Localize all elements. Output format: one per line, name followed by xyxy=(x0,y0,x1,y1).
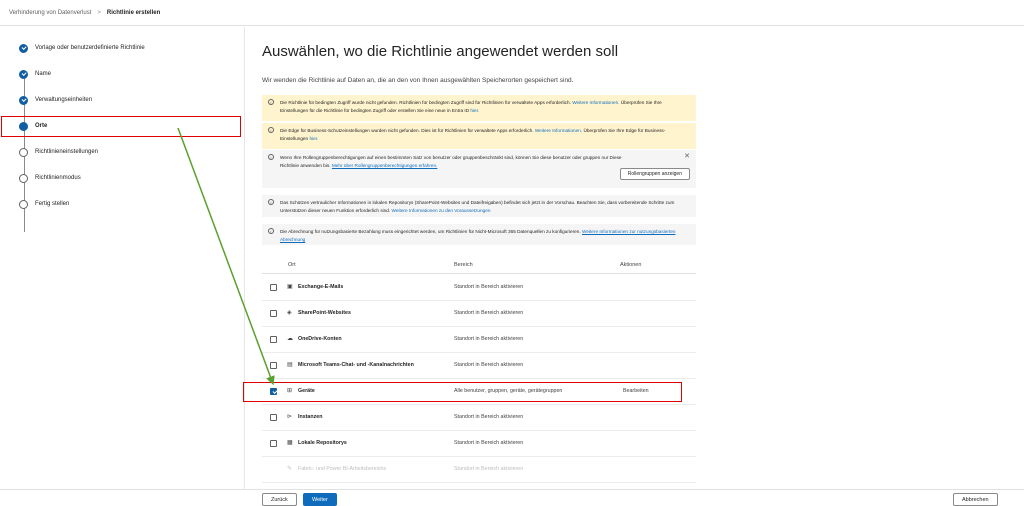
step-policy-mode[interactable]: Richtlinienmodus xyxy=(19,171,81,185)
table-row[interactable]: ☁ OneDrive-Konten Standort in Bereich akti… xyxy=(262,327,696,353)
warning-icon: i xyxy=(268,99,274,105)
page-subtitle: Wir wenden die Richtlinie auf Daten an, … xyxy=(262,77,574,84)
annotation-highlight-orte xyxy=(1,116,241,137)
table-row[interactable]: ◈ SharePoint-Websites Standort in Bereich … xyxy=(262,301,696,327)
fabric-icon: ✎ xyxy=(287,466,293,472)
onedrive-icon: ☁ xyxy=(287,336,293,342)
table-row[interactable]: ▤ Microsoft Teams-Chat- und -Kanalnachric… xyxy=(262,353,696,379)
step-label: Richtlinieneinstellungen xyxy=(35,149,99,155)
table-row[interactable]: ⊳ Instanzen Standort in Bereich aktivieren xyxy=(262,405,696,431)
info-icon: i xyxy=(268,199,274,205)
location-name: Lokale Repositorys xyxy=(298,440,347,446)
info-on-prem-preview: i Das Schützen vertraulicher Information… xyxy=(262,195,696,217)
cancel-button[interactable]: Abbrechen xyxy=(953,493,998,506)
column-header-actions: Aktionen xyxy=(620,262,642,268)
column-header-scope[interactable]: Bereich xyxy=(454,262,473,268)
step-done-icon xyxy=(19,69,28,79)
next-button[interactable]: Weiter xyxy=(303,493,337,506)
exchange-icon: ▣ xyxy=(287,284,293,290)
annotation-highlight-geraete xyxy=(243,382,682,402)
location-name: Fabric- und Power BI-Arbeitsbereiche xyxy=(298,466,387,472)
breadcrumb: Verhinderung von Datenverlust > Richtlin… xyxy=(0,0,1024,26)
step-finish[interactable]: Fertig stellen xyxy=(19,197,69,211)
location-scope[interactable]: Standort in Bereich aktivieren xyxy=(454,414,523,420)
location-name: SharePoint-Websites xyxy=(298,310,351,316)
table-header: Ort Bereich Aktionen xyxy=(262,255,696,274)
step-admin-units[interactable]: Verwaltungseinheiten xyxy=(19,93,92,107)
prerequisites-link[interactable]: Weitere Informationen zu den Voraussetzu… xyxy=(392,208,491,213)
wizard-steps: Vorlage oder benutzerdefinierte Richtlin… xyxy=(0,27,244,489)
info-role-groups: i Wenn Ihre Rollengruppenberechtigungen … xyxy=(262,150,696,188)
step-label: Verwaltungseinheiten xyxy=(35,97,93,103)
location-scope[interactable]: Standort in Bereich aktivieren xyxy=(454,466,523,472)
step-label: Vorlage oder benutzerdefinierte Richtlin… xyxy=(35,45,145,51)
row-checkbox[interactable] xyxy=(270,310,277,317)
info-pay-as-you-go: i Die Abrechnung für nutzungsbasierte Be… xyxy=(262,224,696,245)
step-name[interactable]: Name xyxy=(19,67,51,81)
step-template[interactable]: Vorlage oder benutzerdefinierte Richtlin… xyxy=(19,41,145,55)
back-button[interactable]: Zurück xyxy=(262,493,297,506)
here-link[interactable]: hier. xyxy=(470,108,479,113)
step-pending-icon xyxy=(19,173,28,183)
wizard-footer: Zurück Weiter Abbrechen xyxy=(0,489,1024,506)
message-text: Die Richtlinie für bedingten Zugriff wur… xyxy=(280,100,571,105)
step-label: Fertig stellen xyxy=(35,201,70,207)
repository-icon: ▦ xyxy=(287,440,293,446)
breadcrumb-parent[interactable]: Verhinderung von Datenverlust xyxy=(9,10,91,16)
main-panel: Auswählen, wo die Richtlinie angewendet … xyxy=(245,27,1024,489)
teams-icon: ▤ xyxy=(287,362,293,368)
location-name: Microsoft Teams-Chat- und -Kanalnachrich… xyxy=(298,362,414,368)
warning-conditional-access: i Die Richtlinie für bedingten Zugriff w… xyxy=(262,95,696,121)
page-title: Auswählen, wo die Richtlinie angewendet … xyxy=(262,43,619,60)
warning-icon: i xyxy=(268,127,274,133)
row-checkbox[interactable] xyxy=(270,284,277,291)
table-row[interactable]: ▦ Lokale Repositorys Standort in Bereich a… xyxy=(262,431,696,457)
location-name: Instanzen xyxy=(298,414,323,420)
step-label: Richtlinienmodus xyxy=(35,175,81,181)
more-info-link[interactable]: Weitere Informationen. xyxy=(572,100,619,105)
show-role-groups-button[interactable]: Rollengruppen anzeigen xyxy=(619,168,690,180)
step-label: Name xyxy=(35,71,52,77)
step-pending-icon xyxy=(19,147,28,157)
row-checkbox[interactable] xyxy=(270,414,277,421)
role-groups-link[interactable]: Mehr über Rollengruppenberechtigungen er… xyxy=(332,163,438,168)
table-row[interactable]: ▣ Exchange-E-Mails Standort in Bereich akt… xyxy=(262,275,696,301)
breadcrumb-current: Richtlinie erstellen xyxy=(106,9,161,16)
instances-icon: ⊳ xyxy=(287,414,293,420)
step-pending-icon xyxy=(19,199,28,209)
location-scope[interactable]: Standort in Bereich aktivieren xyxy=(454,284,523,290)
step-policy-settings[interactable]: Richtlinieneinstellungen xyxy=(19,145,98,159)
breadcrumb-separator: > xyxy=(97,9,101,16)
close-icon[interactable]: ✕ xyxy=(684,153,690,161)
location-scope[interactable]: Standort in Bereich aktivieren xyxy=(454,362,523,368)
sharepoint-icon: ◈ xyxy=(287,310,292,316)
more-info-link[interactable]: Weitere Informationen. xyxy=(535,128,582,133)
step-current-icon xyxy=(19,121,28,131)
warning-edge-business: i Die Edge für Business-Schutzeinstellun… xyxy=(262,123,696,149)
location-scope[interactable]: Standort in Bereich aktivieren xyxy=(454,310,523,316)
step-done-icon xyxy=(19,43,28,53)
row-checkbox[interactable] xyxy=(270,336,277,343)
location-scope[interactable]: Standort in Bereich aktivieren xyxy=(454,336,523,342)
info-icon: i xyxy=(268,154,274,160)
message-text: Die Abrechnung für nutzungsbasierte Beza… xyxy=(280,229,581,234)
row-checkbox[interactable] xyxy=(270,440,277,447)
row-checkbox[interactable] xyxy=(270,362,277,369)
message-text: Die Edge für Business-Schutzeinstellunge… xyxy=(280,128,534,133)
info-icon: i xyxy=(268,228,274,234)
location-name: Exchange-E-Mails xyxy=(298,284,344,290)
here-link[interactable]: hier. xyxy=(309,136,318,141)
location-scope[interactable]: Standort in Bereich aktivieren xyxy=(454,440,523,446)
column-header-location[interactable]: Ort xyxy=(288,262,296,268)
step-done-icon xyxy=(19,95,28,105)
table-row[interactable]: ✎ Fabric- und Power BI-Arbeitsbereiche Sta… xyxy=(262,457,696,483)
location-name: OneDrive-Konten xyxy=(298,336,342,342)
